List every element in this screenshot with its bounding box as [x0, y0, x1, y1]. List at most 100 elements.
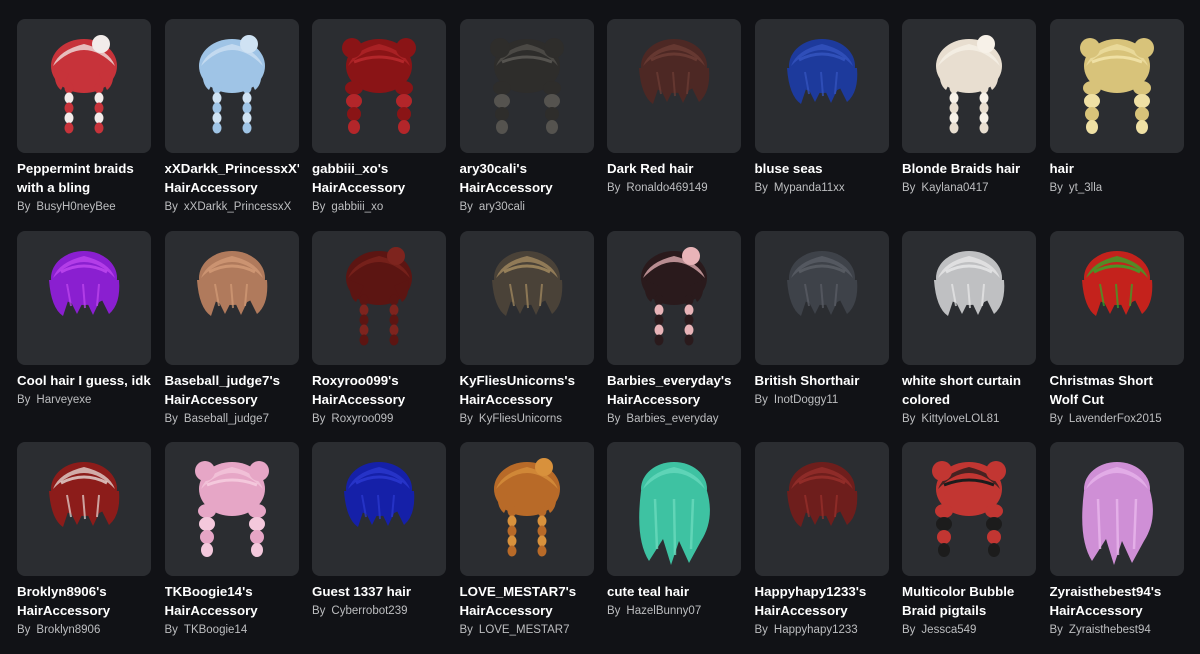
catalog-item-card[interactable]: Guest 1337 hair By Cyberrobot239	[312, 442, 446, 654]
item-name[interactable]: LOVE_MESTAR7's HairAccessory	[460, 582, 594, 620]
catalog-item-card[interactable]: Christmas Short Wolf Cut By LavenderFox201…	[1049, 230, 1184, 443]
hair-thumbnail[interactable]	[164, 442, 299, 576]
catalog-item-card[interactable]: Happyhapy1233's HairAccessory By Happyhapy…	[754, 442, 889, 654]
hair-thumbnail[interactable]	[607, 19, 741, 153]
item-name[interactable]: Guest 1337 hair	[312, 582, 446, 601]
item-name[interactable]: cute teal hair	[607, 582, 741, 601]
item-name[interactable]: white short curtain colored	[902, 371, 1036, 409]
catalog-item-card[interactable]: Cool hair I guess, idk By Harveyexe	[17, 230, 151, 443]
hair-thumbnail[interactable]	[164, 230, 299, 365]
hair-thumbnail[interactable]	[1049, 230, 1184, 365]
item-name[interactable]: KyFliesUnicorns's HairAccessory	[460, 371, 594, 409]
hair-thumbnail[interactable]	[17, 230, 151, 365]
hair-thumbnail[interactable]	[754, 442, 889, 576]
hair-thumbnail[interactable]	[902, 19, 1036, 153]
item-name[interactable]: bluse seas	[755, 159, 889, 178]
item-name[interactable]: xXDarkk_PrincessxX' HairAccessory	[165, 159, 299, 197]
catalog-item-card[interactable]: xXDarkk_PrincessxX' HairAccessory By xXDar…	[164, 19, 299, 231]
catalog-item-card[interactable]: ary30cali's HairAccessory By ary30cali	[459, 19, 594, 231]
creator-link[interactable]: gabbiii_xo	[331, 201, 383, 213]
creator-link[interactable]: Kaylana0417	[921, 182, 988, 194]
creator-link[interactable]: Ronaldo469149	[626, 182, 707, 194]
item-name[interactable]: Broklyn8906's HairAccessory	[17, 582, 151, 620]
creator-link[interactable]: Jessca549	[921, 624, 976, 636]
catalog-item-card[interactable]: LOVE_MESTAR7's HairAccessory By LOVE_MESTA…	[459, 442, 594, 654]
creator-link[interactable]: TKBoogie14	[184, 624, 247, 636]
creator-link[interactable]: Roxyroo099	[331, 413, 393, 425]
catalog-item-card[interactable]: cute teal hair By HazelBunny07	[607, 442, 741, 654]
creator-link[interactable]: Broklyn8906	[36, 624, 100, 636]
item-name[interactable]: British Shorthair	[755, 371, 889, 390]
creator-link[interactable]: HazelBunny07	[626, 605, 701, 617]
creator-link[interactable]: BusyH0neyBee	[36, 201, 115, 213]
catalog-item-card[interactable]: TKBoogie14's HairAccessory By TKBoogie14	[164, 442, 299, 654]
hair-thumbnail[interactable]	[1049, 19, 1184, 153]
item-name[interactable]: Multicolor Bubble Braid pigtails	[902, 582, 1036, 620]
item-name[interactable]: Baseball_judge7's HairAccessory	[165, 371, 299, 409]
item-creator: By Baseball_judge7	[165, 411, 299, 427]
hair-thumbnail[interactable]	[754, 230, 889, 365]
item-name[interactable]: TKBoogie14's HairAccessory	[165, 582, 299, 620]
catalog-item-card[interactable]: Blonde Braids hair By Kaylana0417	[902, 19, 1036, 231]
hair-thumbnail[interactable]	[17, 442, 151, 576]
item-name[interactable]: Roxyroo099's HairAccessory	[312, 371, 446, 409]
hair-thumbnail[interactable]	[607, 442, 741, 576]
item-name[interactable]: Blonde Braids hair	[902, 159, 1036, 178]
creator-link[interactable]: ary30cali	[479, 201, 525, 213]
hair-thumbnail[interactable]	[459, 442, 594, 576]
creator-link[interactable]: InotDoggy11	[774, 394, 838, 406]
creator-link[interactable]: Barbies_everyday	[626, 413, 718, 425]
catalog-item-card[interactable]: hair By yt_3lla	[1049, 19, 1184, 231]
hair-thumbnail[interactable]	[17, 19, 151, 153]
creator-link[interactable]: Baseball_judge7	[184, 413, 269, 425]
catalog-item-card[interactable]: British Shorthair By InotDoggy11	[754, 230, 889, 443]
creator-link[interactable]: KyFliesUnicorns	[479, 413, 562, 425]
catalog-item-card[interactable]: Dark Red hair By Ronaldo469149	[607, 19, 741, 231]
creator-link[interactable]: LavenderFox2015	[1069, 413, 1162, 425]
hair-thumbnail[interactable]	[312, 442, 446, 576]
hair-thumbnail[interactable]	[459, 19, 594, 153]
hair-thumbnail[interactable]	[312, 230, 446, 365]
catalog-item-card[interactable]: bluse seas By Mypanda11xx	[754, 19, 889, 231]
hair-thumbnail[interactable]	[312, 19, 446, 153]
item-name[interactable]: gabbiii_xo's HairAccessory	[312, 159, 446, 197]
item-creator: By Kaylana0417	[902, 180, 1036, 196]
catalog-item-card[interactable]: Roxyroo099's HairAccessory By Roxyroo099	[312, 230, 446, 443]
catalog-item-card[interactable]: Zyraisthebest94's HairAccessory By Zyraist…	[1049, 442, 1184, 654]
hair-thumbnail[interactable]	[607, 230, 741, 365]
item-name[interactable]: Happyhapy1233's HairAccessory	[755, 582, 889, 620]
catalog-item-card[interactable]: Baseball_judge7's HairAccessory By Basebal…	[164, 230, 299, 443]
catalog-item-card[interactable]: Multicolor Bubble Braid pigtails By Jessca…	[902, 442, 1036, 654]
hair-thumbnail[interactable]	[902, 442, 1036, 576]
creator-link[interactable]: yt_3lla	[1069, 182, 1102, 194]
creator-link[interactable]: LOVE_MESTAR7	[479, 624, 570, 636]
catalog-item-card[interactable]: gabbiii_xo's HairAccessory By gabbiii_xo	[312, 19, 446, 231]
catalog-item-card[interactable]: Peppermint braids with a bling By BusyH0ne…	[17, 19, 151, 231]
creator-link[interactable]: Mypanda11xx	[774, 182, 845, 194]
item-name[interactable]: ary30cali's HairAccessory	[460, 159, 594, 197]
by-label: By	[902, 412, 916, 425]
hair-thumbnail[interactable]	[164, 19, 299, 153]
creator-link[interactable]: Happyhapy1233	[774, 624, 858, 636]
hair-thumbnail[interactable]	[1049, 442, 1184, 576]
creator-link[interactable]: KittyloveLOL81	[921, 413, 999, 425]
catalog-item-card[interactable]: Broklyn8906's HairAccessory By Broklyn8906	[17, 442, 151, 654]
creator-link[interactable]: Cyberrobot239	[331, 605, 407, 617]
hair-thumbnail[interactable]	[459, 230, 594, 365]
catalog-item-card[interactable]: Barbies_everyday's HairAccessory By Barbie…	[607, 230, 741, 443]
creator-link[interactable]: xXDarkk_PrincessxX	[184, 201, 291, 213]
item-name[interactable]: Peppermint braids with a bling	[17, 159, 151, 197]
hair-thumbnail[interactable]	[754, 19, 889, 153]
hair-preview-image	[639, 39, 710, 104]
item-name[interactable]: Zyraisthebest94's HairAccessory	[1050, 582, 1184, 620]
item-name[interactable]: Cool hair I guess, idk	[17, 371, 151, 390]
catalog-item-card[interactable]: KyFliesUnicorns's HairAccessory By KyFlies…	[459, 230, 594, 443]
item-name[interactable]: Christmas Short Wolf Cut	[1050, 371, 1184, 409]
creator-link[interactable]: Zyraisthebest94	[1069, 624, 1151, 636]
catalog-item-card[interactable]: white short curtain colored By KittyloveLO…	[902, 230, 1036, 443]
item-name[interactable]: Barbies_everyday's HairAccessory	[607, 371, 741, 409]
creator-link[interactable]: Harveyexe	[36, 394, 91, 406]
hair-thumbnail[interactable]	[902, 230, 1036, 365]
item-name[interactable]: Dark Red hair	[607, 159, 741, 178]
item-name[interactable]: hair	[1050, 159, 1184, 178]
